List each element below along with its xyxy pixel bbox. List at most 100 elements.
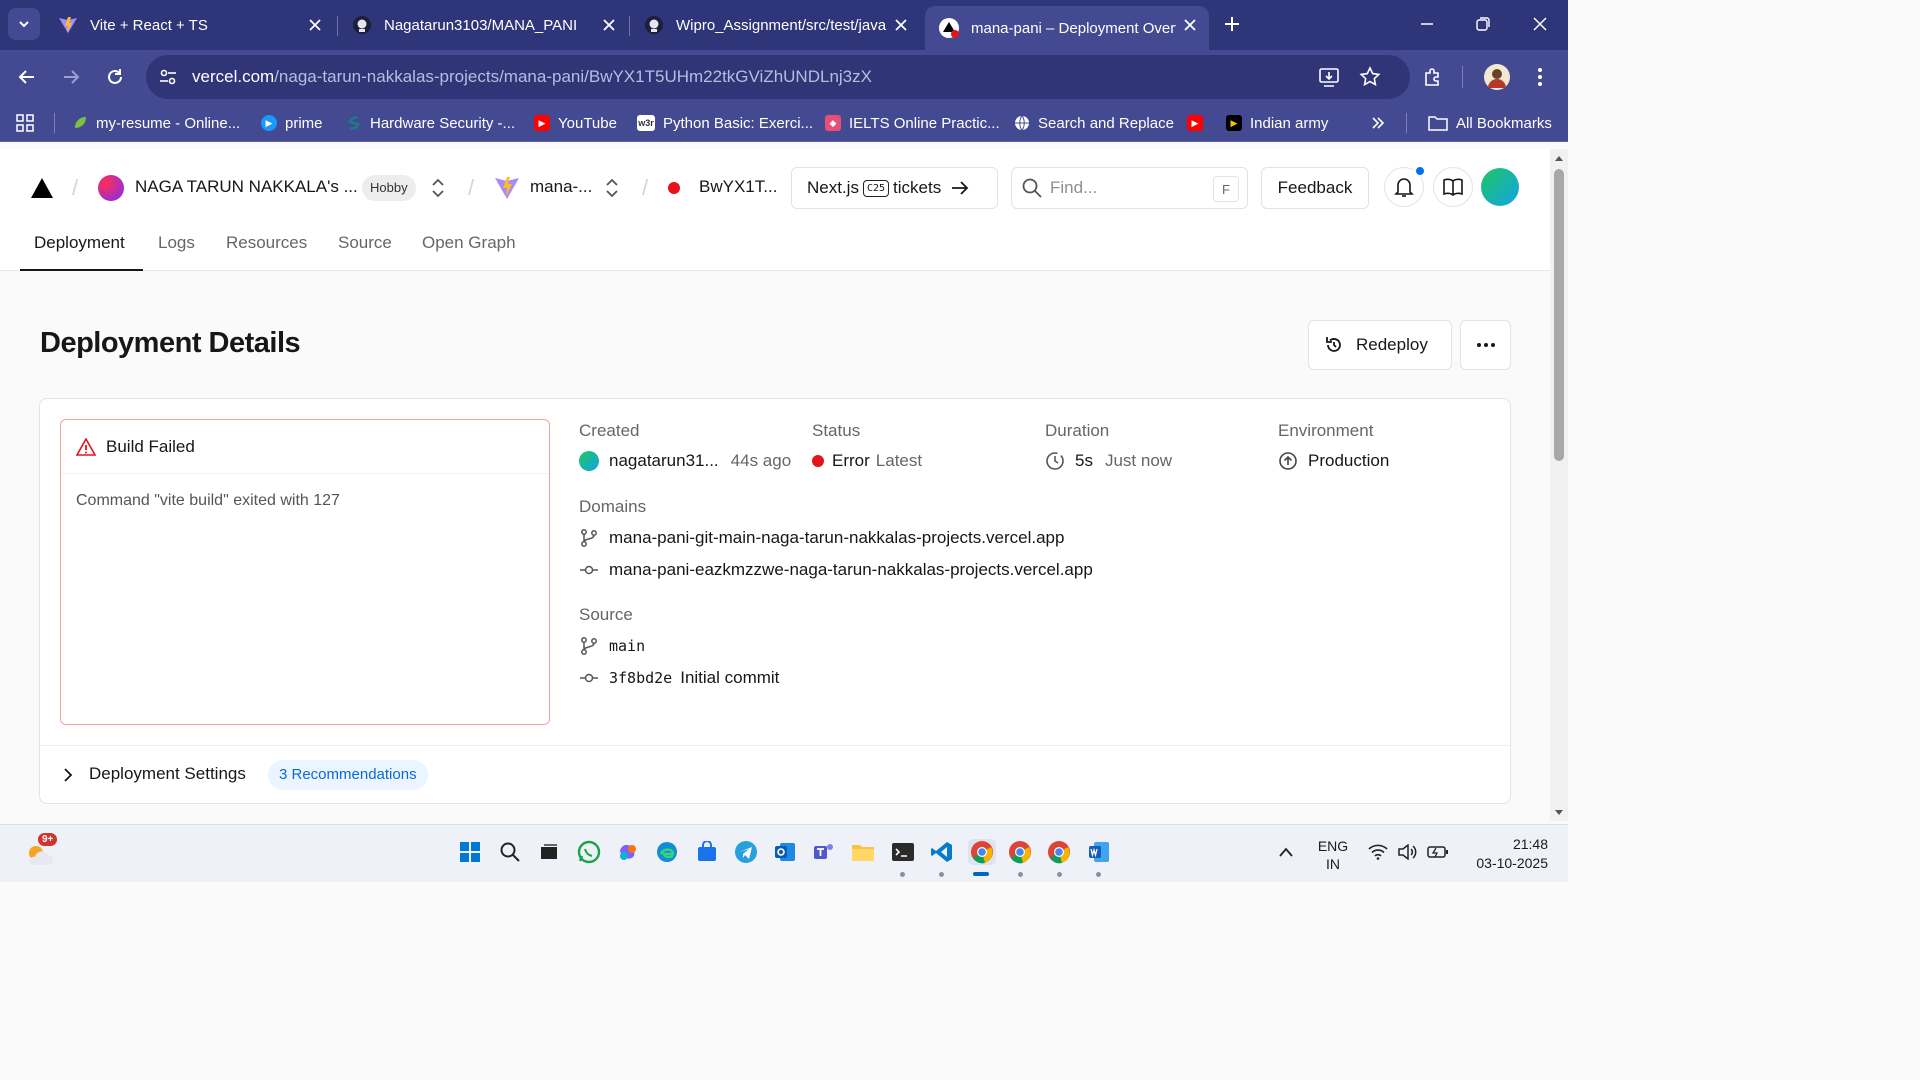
domain-link[interactable]: mana-pani-eazkmzzwe-naga-tarun-nakkalas-… xyxy=(609,560,1093,580)
forward-button[interactable] xyxy=(56,62,86,92)
bookmark-hardware-security[interactable]: Hardware Security -... xyxy=(346,112,515,134)
chevron-up-down-icon[interactable] xyxy=(604,177,620,199)
browser-menu-button[interactable] xyxy=(1525,62,1555,92)
show-hidden-icons-button[interactable] xyxy=(1278,845,1294,863)
minimize-button[interactable] xyxy=(1413,10,1441,38)
commit-hash[interactable]: 3f8bd2e xyxy=(609,669,672,687)
duration-text: 5s xyxy=(1075,451,1093,470)
more-actions-button[interactable] xyxy=(1460,320,1511,370)
tab-search-button[interactable] xyxy=(8,8,40,40)
bookmark-youtube[interactable]: ▶ YouTube xyxy=(534,112,617,134)
docs-button[interactable] xyxy=(1433,167,1473,207)
scroll-up-arrow-icon[interactable] xyxy=(1554,154,1564,162)
taskbar-search-button[interactable] xyxy=(497,839,523,865)
team-avatar[interactable] xyxy=(98,175,124,201)
bookmark-prime[interactable]: ▶ prime xyxy=(261,112,323,134)
taskbar-terminal[interactable] xyxy=(890,839,916,865)
find-search-box[interactable]: F xyxy=(1011,167,1248,209)
wifi-icon[interactable] xyxy=(1368,844,1388,865)
team-name[interactable]: NAGA TARUN NAKKALA's ... xyxy=(135,177,358,197)
deployment-id[interactable]: BwYX1T... xyxy=(699,177,777,197)
tab-logs[interactable]: Logs xyxy=(144,231,209,271)
breadcrumb-slash: / xyxy=(642,175,649,200)
tab-open-graph[interactable]: Open Graph xyxy=(408,231,530,271)
creator-name[interactable]: nagatarun31... xyxy=(609,451,719,471)
language-indicator[interactable]: ENG IN xyxy=(1315,837,1351,873)
commit-message[interactable]: Initial commit xyxy=(680,668,779,688)
taskbar-file-explorer[interactable] xyxy=(850,839,876,865)
vite-project-icon[interactable] xyxy=(494,175,520,206)
taskbar-outlook[interactable] xyxy=(772,839,798,865)
bookmark-ielts[interactable]: ◆ IELTS Online Practic... xyxy=(825,112,1000,134)
taskbar-word[interactable] xyxy=(1086,839,1112,865)
taskbar-vscode[interactable] xyxy=(929,839,955,865)
taskbar-chrome-profile-3[interactable] xyxy=(1046,839,1072,865)
browser-tab-github-mana-pani[interactable]: Nagatarun3103/MANA_PANI xyxy=(338,6,628,44)
creator-avatar[interactable] xyxy=(579,451,599,471)
page-scrollbar[interactable] xyxy=(1550,149,1568,821)
more-bookmarks-button[interactable] xyxy=(1371,112,1385,134)
vercel-logo-icon[interactable] xyxy=(30,177,54,204)
taskbar-store[interactable] xyxy=(694,839,720,865)
chrome-icon xyxy=(1009,841,1031,864)
notifications-button[interactable] xyxy=(1384,165,1426,207)
browser-tab-vite[interactable]: Vite + React + TS xyxy=(44,6,334,44)
user-avatar[interactable] xyxy=(1481,168,1519,206)
clock[interactable]: 21:48 03-10-2025 xyxy=(1464,835,1548,873)
new-tab-button[interactable] xyxy=(1218,10,1246,38)
taskbar-telegram[interactable] xyxy=(733,839,759,865)
taskbar-chrome-profile-2[interactable] xyxy=(1007,839,1033,865)
redeploy-button[interactable]: Redeploy xyxy=(1308,320,1452,370)
tab-resources[interactable]: Resources xyxy=(212,231,321,271)
project-name[interactable]: mana-... xyxy=(530,177,592,197)
volume-icon[interactable] xyxy=(1397,843,1417,865)
taskbar-teams[interactable] xyxy=(811,839,837,865)
profile-avatar[interactable] xyxy=(1482,62,1512,92)
close-icon[interactable] xyxy=(600,16,618,34)
back-button[interactable] xyxy=(12,62,42,92)
start-button[interactable] xyxy=(457,839,483,865)
find-input[interactable] xyxy=(1050,178,1200,198)
bookmark-indian-army[interactable]: ▶ Indian army xyxy=(1226,112,1328,134)
close-icon[interactable] xyxy=(306,16,324,34)
restore-button[interactable] xyxy=(1469,10,1497,38)
battery-icon[interactable] xyxy=(1427,844,1449,865)
nextjs-conf-tickets-button[interactable]: Next.js C25 tickets xyxy=(791,167,998,209)
bookmark-star-icon[interactable] xyxy=(1359,66,1381,93)
install-app-icon[interactable] xyxy=(1318,66,1340,93)
bookmark-youtube-2[interactable]: ▶ xyxy=(1187,112,1211,134)
bookmark-my-resume[interactable]: my-resume - Online... xyxy=(72,112,240,134)
running-indicator xyxy=(939,872,944,877)
scrollbar-thumb[interactable] xyxy=(1554,169,1564,461)
recommendations-badge[interactable]: 3 Recommendations xyxy=(268,760,428,790)
domain-link[interactable]: mana-pani-git-main-naga-tarun-nakkalas-p… xyxy=(609,528,1064,548)
tab-deployment[interactable]: Deployment xyxy=(20,231,143,271)
site-settings-icon[interactable] xyxy=(158,67,178,92)
taskbar-edge[interactable] xyxy=(654,839,680,865)
deployment-settings-row[interactable]: Deployment Settings 3 Recommendations xyxy=(40,745,1510,803)
weather-widget[interactable]: 9+ xyxy=(24,833,58,869)
bookmark-python-basic[interactable]: w3r Python Basic: Exerci... xyxy=(637,112,813,134)
bookmark-search-replace[interactable]: Search and Replace xyxy=(1014,112,1174,134)
taskbar-copilot[interactable] xyxy=(615,839,641,865)
address-bar[interactable]: vercel.com/naga-tarun-nakkalas-projects/… xyxy=(146,55,1410,99)
reload-button[interactable] xyxy=(100,62,130,92)
all-bookmarks-button[interactable]: All Bookmarks xyxy=(1428,112,1552,134)
close-window-button[interactable] xyxy=(1526,10,1554,38)
tab-source[interactable]: Source xyxy=(324,231,406,271)
tab-title: Vite + React + TS xyxy=(90,16,208,34)
close-icon[interactable] xyxy=(1181,16,1199,34)
feedback-button[interactable]: Feedback xyxy=(1261,167,1369,209)
chevron-up-down-icon[interactable] xyxy=(430,177,446,199)
close-icon[interactable] xyxy=(892,16,910,34)
url-text[interactable]: vercel.com/naga-tarun-nakkalas-projects/… xyxy=(192,67,872,87)
browser-tab-vercel-active[interactable]: mana-pani – Deployment Overv xyxy=(925,6,1209,50)
apps-button[interactable] xyxy=(16,112,34,134)
extensions-button[interactable] xyxy=(1417,62,1447,92)
branch-name[interactable]: main xyxy=(609,637,645,655)
browser-tab-github-wipro[interactable]: Wipro_Assignment/src/test/java xyxy=(630,6,920,44)
task-view-button[interactable] xyxy=(536,839,562,865)
taskbar-chrome-active[interactable] xyxy=(968,839,996,865)
taskbar-whatsapp[interactable] xyxy=(576,839,602,865)
scroll-down-arrow-icon[interactable] xyxy=(1554,809,1564,817)
